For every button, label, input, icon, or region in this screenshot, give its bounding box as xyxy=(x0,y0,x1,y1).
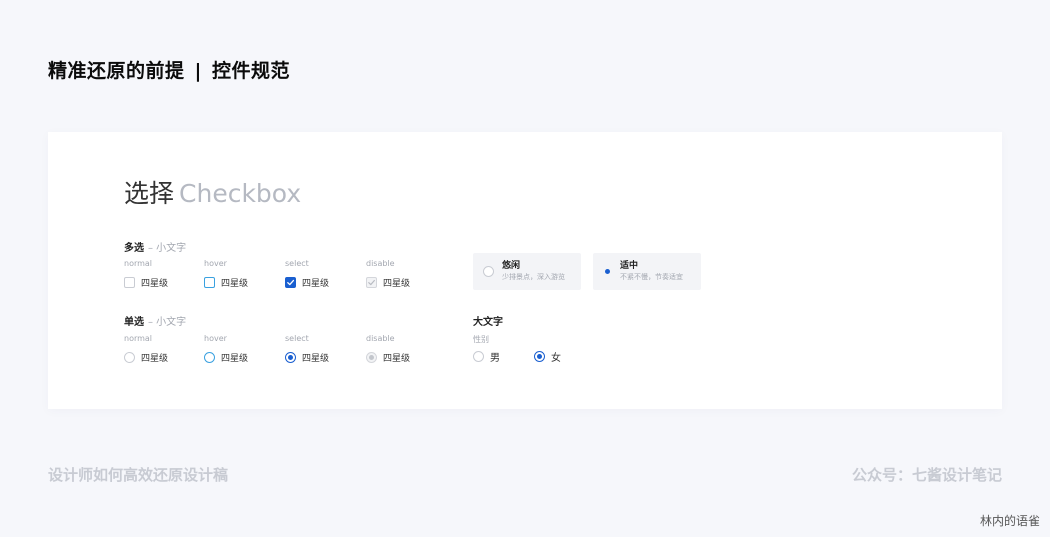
checkbox-label: 四星级 xyxy=(221,278,249,289)
radio-group-label: 单选 – 小文字 xyxy=(124,313,186,328)
checkbox-normal[interactable]: 四星级 xyxy=(124,276,169,289)
radio-circle xyxy=(366,351,377,363)
checkbox-group-title: 多选 xyxy=(124,243,144,254)
radio-disable: 四星级 xyxy=(366,351,411,364)
checkbox-hover[interactable]: 四星级 xyxy=(204,276,249,289)
radio-female[interactable]: 女 xyxy=(534,350,561,364)
footer-left-text: 设计师如何高效还原设计稿 xyxy=(48,466,229,484)
page-title: 精准还原的前提 | 控件规范 xyxy=(48,56,290,83)
gender-field-label: 性别 xyxy=(473,335,489,344)
card-option-desc: 少排景点，深入游览 xyxy=(502,273,565,281)
radio-circle[interactable] xyxy=(285,351,296,363)
card-option-title: 适中 xyxy=(620,261,639,271)
checkbox-spec-card: 选择 Checkbox 多选 – 小文字 normal hover select d… xyxy=(48,132,1002,409)
radio-male[interactable]: 男 xyxy=(473,350,500,364)
checkbox-box xyxy=(366,276,377,288)
check-icon xyxy=(368,279,375,285)
card-option-leisure[interactable]: 悠闲 少排景点，深入游览 xyxy=(473,253,581,290)
checkbox-label: 四星级 xyxy=(383,278,411,289)
radio-label: 四星级 xyxy=(302,353,330,364)
card-option-title: 悠闲 xyxy=(502,261,521,271)
large-group-label: 大文字 xyxy=(473,317,503,328)
radio-label: 四星级 xyxy=(141,353,169,364)
checkbox-group-label: 多选 – 小文字 xyxy=(124,239,186,254)
state-label-disable: disable xyxy=(366,334,395,343)
radio-normal[interactable]: 四星级 xyxy=(124,351,169,364)
state-label-disable: disable xyxy=(366,259,395,268)
page-title-left: 精准还原的前提 xyxy=(48,60,185,82)
state-label-normal: normal xyxy=(124,334,153,343)
radio-circle[interactable] xyxy=(204,351,215,363)
card-option-moderate[interactable]: 适中 不紧不慢，节奏适宜 xyxy=(593,253,701,290)
state-label-select: select xyxy=(285,334,309,343)
page-title-right: 控件规范 xyxy=(211,60,290,82)
radio-label: 四星级 xyxy=(221,353,249,364)
radio-group-title: 单选 xyxy=(124,317,144,328)
card-title-cn: 选择 xyxy=(124,179,175,208)
radio-label: 女 xyxy=(551,352,561,364)
radio-group-sublabel: – 小文字 xyxy=(148,317,187,328)
checkbox-disable: 四星级 xyxy=(366,276,411,289)
checkbox-box[interactable] xyxy=(285,276,296,288)
title-separator: | xyxy=(194,60,202,82)
radio-circle[interactable] xyxy=(473,350,484,362)
checkbox-label: 四星级 xyxy=(141,278,169,289)
radio-circle[interactable] xyxy=(124,351,135,363)
watermark: 林内的语雀 xyxy=(979,514,1040,528)
card-option-radio[interactable] xyxy=(603,267,612,276)
checkbox-box[interactable] xyxy=(204,276,215,288)
radio-hover[interactable]: 四星级 xyxy=(204,351,249,364)
checkbox-label: 四星级 xyxy=(302,278,330,289)
footer-right-text: 公众号：七酱设计笔记 xyxy=(851,466,1002,484)
card-option-desc: 不紧不慢，节奏适宜 xyxy=(620,273,683,281)
state-label-select: select xyxy=(285,259,309,268)
radio-label: 男 xyxy=(490,352,500,364)
checkbox-select[interactable]: 四星级 xyxy=(285,276,330,289)
radio-label: 四星级 xyxy=(383,353,411,364)
checkbox-box[interactable] xyxy=(124,276,135,288)
check-icon xyxy=(287,279,295,285)
state-label-hover: hover xyxy=(204,259,227,268)
card-title: 选择 Checkbox xyxy=(124,174,301,210)
state-label-hover: hover xyxy=(204,334,227,343)
radio-select[interactable]: 四星级 xyxy=(285,351,330,364)
radio-circle[interactable] xyxy=(534,350,545,362)
state-label-normal: normal xyxy=(124,259,153,268)
card-option-radio[interactable] xyxy=(483,266,494,277)
checkbox-group-sublabel: – 小文字 xyxy=(148,243,187,254)
card-title-en: Checkbox xyxy=(179,179,302,208)
